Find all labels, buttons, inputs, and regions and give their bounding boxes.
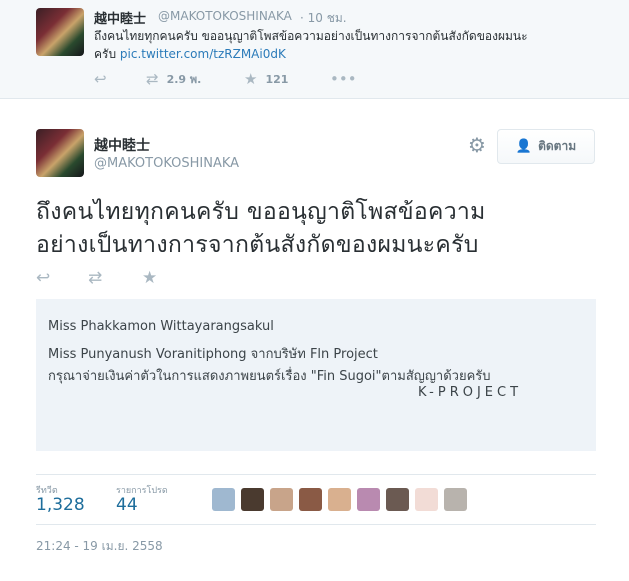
author-name[interactable]: 越中睦士 [94,8,146,27]
attached-image[interactable]: Miss Phakkamon Wittayarangsakul Miss Pun… [36,299,596,451]
avatar[interactable] [241,488,264,511]
tweet-stats: รีทวีต 1,328 รายการโปรด 44 [36,474,596,525]
star-icon: ★ [244,70,258,88]
avatar[interactable] [415,488,438,511]
author-handle[interactable]: @MAKOTOKOSHINAKA [158,9,292,23]
avatar[interactable] [386,488,409,511]
tweet-text-tail: ครับ [94,47,117,61]
tweet-text-line: ถึงคนไทยทุกคนครับ ขออนุญาติโพสข้อความอย่… [94,29,528,43]
retweet-button[interactable]: ⇄ 2.9 พ. [146,70,201,88]
tweet-actions: ↩ ⇄ 2.9 พ. ★ 121 ••• [94,70,394,88]
avatar[interactable] [357,488,380,511]
avatar[interactable] [36,8,84,56]
tweet-text: ถึงคนไทยทุกคนครับ ขออนุญาติโพสข้อความ อย… [36,196,606,262]
reply-icon: ↩ [94,70,107,88]
star-icon[interactable]: ★ [142,268,157,288]
add-user-icon: 👤 [515,139,533,154]
image-signature: K-PROJECT [418,385,523,400]
tweet-actions: ↩ ⇄ ★ [36,268,236,288]
reply-icon[interactable]: ↩ [36,268,50,288]
tweet-text: ถึงคนไทยทุกคนครับ ขออนุญาติโพสข้อความอย่… [94,27,604,63]
tweet-timestamp[interactable]: 21:24 - 19 เม.ย. 2558 [36,537,163,556]
retweet-count: 2.9 พ. [166,73,202,86]
avatar[interactable] [36,129,84,177]
image-text-line: Miss Punyanush Voranitiphong จากบริษัท F… [48,347,378,362]
avatar[interactable] [328,488,351,511]
image-text-line: กรุณาจ่ายเงินค่าตัวในการแสดงภาพยนตร์เรื่… [48,369,491,384]
retweets-count[interactable]: 1,328 [36,495,85,515]
retweet-icon: ⇄ [146,70,159,88]
favorite-button[interactable]: ★ 121 [244,70,288,88]
favorites-count[interactable]: 44 [116,495,138,515]
context-tweet[interactable]: 越中睦士 @MAKOTOKOSHINAKA · 10 ชม. ถึงคนไทยท… [0,0,629,99]
follow-button[interactable]: 👤 ติดตาม [497,129,595,164]
avatar[interactable] [299,488,322,511]
more-button[interactable]: ••• [330,70,357,88]
avatar[interactable] [212,488,235,511]
tweet-text-line: ครับ pic.twitter.com/tzRZMAi0dK [94,45,604,63]
tweet-time[interactable]: · 10 ชม. [300,9,347,28]
retweet-icon[interactable]: ⇄ [88,268,102,288]
tweet-link[interactable]: pic.twitter.com/tzRZMAi0dK [120,47,286,61]
reply-button[interactable]: ↩ [94,70,107,88]
avatar[interactable] [444,488,467,511]
author-name[interactable]: 越中睦士 [94,135,150,155]
tweet-text-line: อย่างเป็นทางการจากต้นสังกัดของผมนะครับ [36,232,479,258]
favorite-count: 121 [265,72,289,86]
gear-icon[interactable]: ⚙ [466,134,488,156]
follow-label: ติดตาม [538,139,577,153]
more-icon: ••• [330,70,357,88]
avatar[interactable] [270,488,293,511]
tweet-text-line: ถึงคนไทยทุกคนครับ ขออนุญาติโพสข้อความ [36,199,486,225]
author-handle[interactable]: @MAKOTOKOSHINAKA [94,156,239,171]
image-text-line: Miss Phakkamon Wittayarangsakul [48,319,274,334]
